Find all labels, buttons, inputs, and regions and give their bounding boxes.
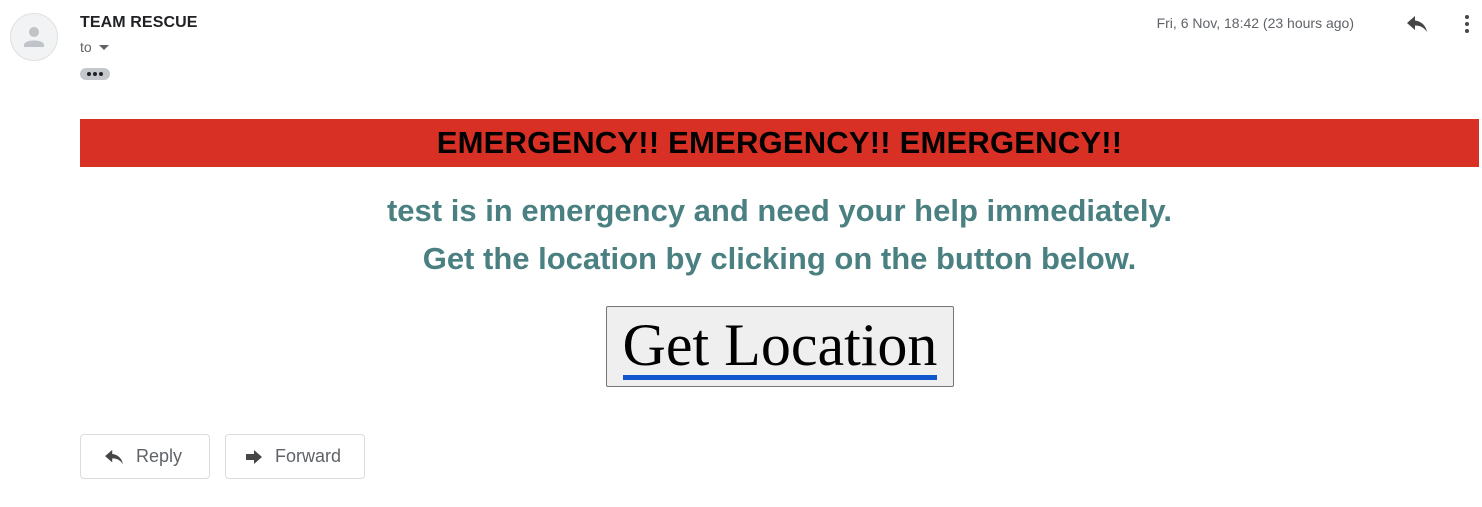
caret-down-icon[interactable] xyxy=(98,45,109,50)
emergency-banner: EMERGENCY!! EMERGENCY!! EMERGENCY!! xyxy=(80,119,1479,167)
recipient-details-toggle[interactable]: to xyxy=(80,39,109,55)
reply-button-label: Reply xyxy=(136,446,183,466)
email-timestamp: Fri, 6 Nov, 18:42 (23 hours ago) xyxy=(1156,15,1354,31)
get-location-button[interactable]: Get Location xyxy=(606,306,954,387)
emergency-banner-text: EMERGENCY!! EMERGENCY!! EMERGENCY!! xyxy=(436,125,1123,160)
forward-button[interactable]: Forward xyxy=(225,434,365,479)
more-vert-icon[interactable] xyxy=(1457,12,1477,36)
reply-icon[interactable] xyxy=(1404,12,1430,36)
reply-button[interactable]: Reply xyxy=(80,434,210,479)
emergency-message-line-2: Get the location by clicking on the butt… xyxy=(422,241,1137,276)
person-avatar-icon[interactable] xyxy=(10,13,58,61)
get-location-link[interactable]: Get Location xyxy=(622,315,938,380)
forward-icon xyxy=(245,449,263,465)
to-label: to xyxy=(80,39,92,55)
email-view: TEAM RESCUE to Fri, 6 Nov, 18:42 (23 hou… xyxy=(0,0,1482,507)
emergency-message-line-1: test is in emergency and need your help … xyxy=(386,193,1172,228)
forward-button-label: Forward xyxy=(275,446,342,466)
sender-name[interactable]: TEAM RESCUE xyxy=(80,14,198,32)
show-trimmed-content-icon[interactable] xyxy=(80,68,110,80)
reply-icon xyxy=(104,449,124,465)
